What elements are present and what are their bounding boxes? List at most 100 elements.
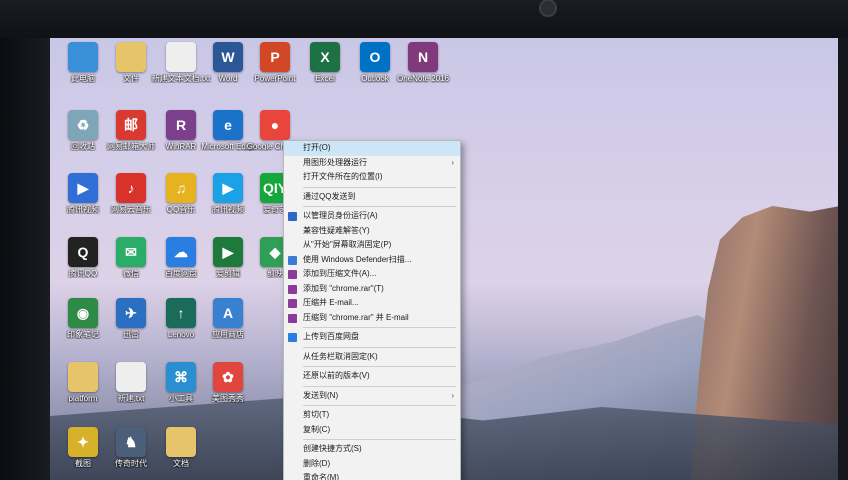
menu-item[interactable]: 通过QQ发送到 bbox=[284, 190, 460, 205]
app-icon: ▶ bbox=[213, 173, 243, 203]
menu-item-label: 从任务栏取消固定(K) bbox=[303, 351, 378, 361]
webcam bbox=[539, 0, 557, 17]
menu-item[interactable]: 打开文件所在的位置(I) bbox=[284, 170, 460, 185]
menu-item-label: 打开(O) bbox=[303, 143, 331, 152]
menu-item-label: 用图形处理器运行 bbox=[303, 157, 367, 167]
menu-item[interactable]: 发送到(N) › bbox=[284, 389, 460, 404]
monitor-bezel-top bbox=[0, 0, 848, 38]
chevron-right-icon: › bbox=[451, 390, 454, 400]
menu-item-label: 剪切(T) bbox=[303, 410, 330, 419]
app-icon: ✉ bbox=[116, 237, 146, 267]
menu-item[interactable]: 添加到 "chrome.rar"(T) bbox=[284, 282, 460, 297]
app-icon: X bbox=[310, 42, 340, 72]
app-icon: Q bbox=[68, 237, 98, 267]
defender-icon bbox=[288, 255, 297, 265]
menu-separator bbox=[303, 206, 456, 207]
monitor-bezel-right bbox=[838, 38, 848, 480]
menu-item-label: 从"开始"屏幕取消固定(P) bbox=[303, 240, 392, 249]
menu-item-label: 压缩并 E-mail... bbox=[303, 298, 359, 307]
app-icon: ↑ bbox=[166, 298, 196, 328]
menu-item[interactable]: 复制(C) bbox=[284, 423, 460, 438]
app-icon: ✦ bbox=[68, 427, 98, 457]
menu-item-label: 复制(C) bbox=[303, 424, 331, 434]
menu-separator bbox=[303, 385, 456, 387]
menu-item[interactable]: 打开(O) bbox=[284, 141, 460, 156]
app-icon: ⌘ bbox=[166, 362, 196, 392]
menu-item[interactable]: 使用 Windows Defender扫描... bbox=[284, 253, 460, 268]
menu-item[interactable]: 兼容性疑难解答(Y) bbox=[284, 224, 460, 239]
menu-item-label: 添加到 "chrome.rar"(T) bbox=[303, 283, 384, 293]
menu-item[interactable]: 压缩并 E-mail... bbox=[284, 296, 460, 311]
rar-icon bbox=[288, 313, 297, 323]
app-icon: P bbox=[260, 42, 290, 72]
app-icon: O bbox=[360, 42, 390, 72]
menu-item-label: 添加到压缩文件(A)... bbox=[303, 269, 377, 278]
menu-item[interactable]: 剪切(T) bbox=[284, 408, 460, 423]
rar-icon bbox=[288, 270, 297, 279]
app-icon: ♪ bbox=[116, 173, 146, 203]
app-icon: ◉ bbox=[68, 298, 98, 328]
menu-separator bbox=[303, 439, 456, 440]
desktop-icon[interactable]: N OneNote 2016 bbox=[392, 42, 454, 83]
app-icon: ♞ bbox=[116, 427, 146, 457]
menu-item[interactable]: 重命名(M) bbox=[284, 471, 460, 480]
desktop: 此电脑 文件 新建文本文档.txt W Word P PowerPoint X Excel O Ou… bbox=[50, 38, 838, 480]
menu-item[interactable]: 用图形处理器运行 › bbox=[284, 156, 460, 171]
app-icon: ▶ bbox=[68, 173, 98, 203]
cloud-icon bbox=[288, 333, 297, 342]
menu-separator bbox=[303, 366, 456, 367]
menu-item-label: 通过QQ发送到 bbox=[303, 191, 356, 201]
app-icon: ✿ bbox=[213, 362, 243, 392]
menu-item-label: 压缩到 "chrome.rar" 并 E-mail bbox=[303, 312, 409, 322]
context-menu: 打开(O) 用图形处理器运行 › 打开文件所在的位置(I) 通过QQ发送到以管理员身份运… bbox=[283, 140, 461, 480]
app-icon: ♫ bbox=[166, 173, 196, 203]
menu-item-label: 创建快捷方式(S) bbox=[303, 444, 362, 453]
menu-item[interactable]: 上传到百度网盘 bbox=[284, 330, 460, 345]
shield-icon bbox=[288, 212, 297, 221]
app-icon: ✈ bbox=[116, 298, 146, 328]
app-icon bbox=[166, 42, 196, 72]
rar-icon bbox=[288, 299, 297, 308]
rar-icon bbox=[288, 284, 297, 294]
menu-item-label: 打开文件所在的位置(I) bbox=[303, 172, 383, 181]
menu-item[interactable]: 从"开始"屏幕取消固定(P) bbox=[284, 238, 460, 253]
menu-item[interactable]: 还原以前的版本(V) bbox=[284, 369, 460, 384]
desktop-icon-label: 美图秀秀 bbox=[212, 394, 244, 403]
menu-item[interactable]: 创建快捷方式(S) bbox=[284, 442, 460, 457]
menu-separator bbox=[303, 346, 456, 348]
menu-item[interactable]: 删除(D) bbox=[284, 457, 460, 472]
menu-item[interactable]: 压缩到 "chrome.rar" 并 E-mail bbox=[284, 311, 460, 326]
menu-separator bbox=[303, 327, 456, 328]
monitor-bezel-left bbox=[0, 38, 50, 480]
app-icon: W bbox=[213, 42, 243, 72]
app-icon: 邮 bbox=[116, 110, 146, 140]
menu-item-label: 兼容性疑难解答(Y) bbox=[303, 225, 370, 235]
menu-item[interactable]: 从任务栏取消固定(K) bbox=[284, 350, 460, 365]
app-icon bbox=[116, 362, 146, 392]
desktop-icon[interactable]: A 应用商店 bbox=[197, 298, 259, 339]
chevron-right-icon: › bbox=[451, 157, 454, 167]
app-icon: ♻ bbox=[68, 110, 98, 140]
desktop-icon-label: OneNote 2016 bbox=[396, 74, 450, 83]
app-icon bbox=[116, 42, 146, 72]
menu-item-label: 还原以前的版本(V) bbox=[303, 371, 370, 380]
menu-item[interactable]: 以管理员身份运行(A) bbox=[284, 209, 460, 224]
app-icon: R bbox=[166, 110, 196, 140]
desktop-icon-label: 文档 bbox=[173, 459, 189, 468]
menu-item-label: 删除(D) bbox=[303, 458, 331, 468]
menu-item-label: 发送到(N) bbox=[303, 390, 339, 400]
menu-item[interactable]: 添加到压缩文件(A)... bbox=[284, 267, 460, 282]
menu-item-label: 使用 Windows Defender扫描... bbox=[303, 254, 412, 264]
desktop-icon[interactable]: ✿ 美图秀秀 bbox=[197, 362, 259, 403]
app-icon bbox=[68, 42, 98, 72]
app-icon: A bbox=[213, 298, 243, 328]
app-icon: N bbox=[408, 42, 438, 72]
app-icon: ▶ bbox=[213, 237, 243, 267]
app-icon: ● bbox=[260, 110, 290, 140]
app-icon bbox=[166, 427, 196, 457]
menu-item-label: 重命名(M) bbox=[303, 473, 339, 480]
desktop-icon[interactable]: 文档 bbox=[150, 427, 212, 468]
menu-item-label: 上传到百度网盘 bbox=[303, 332, 359, 341]
menu-item-label: 以管理员身份运行(A) bbox=[303, 211, 378, 220]
menu-separator bbox=[303, 186, 456, 188]
